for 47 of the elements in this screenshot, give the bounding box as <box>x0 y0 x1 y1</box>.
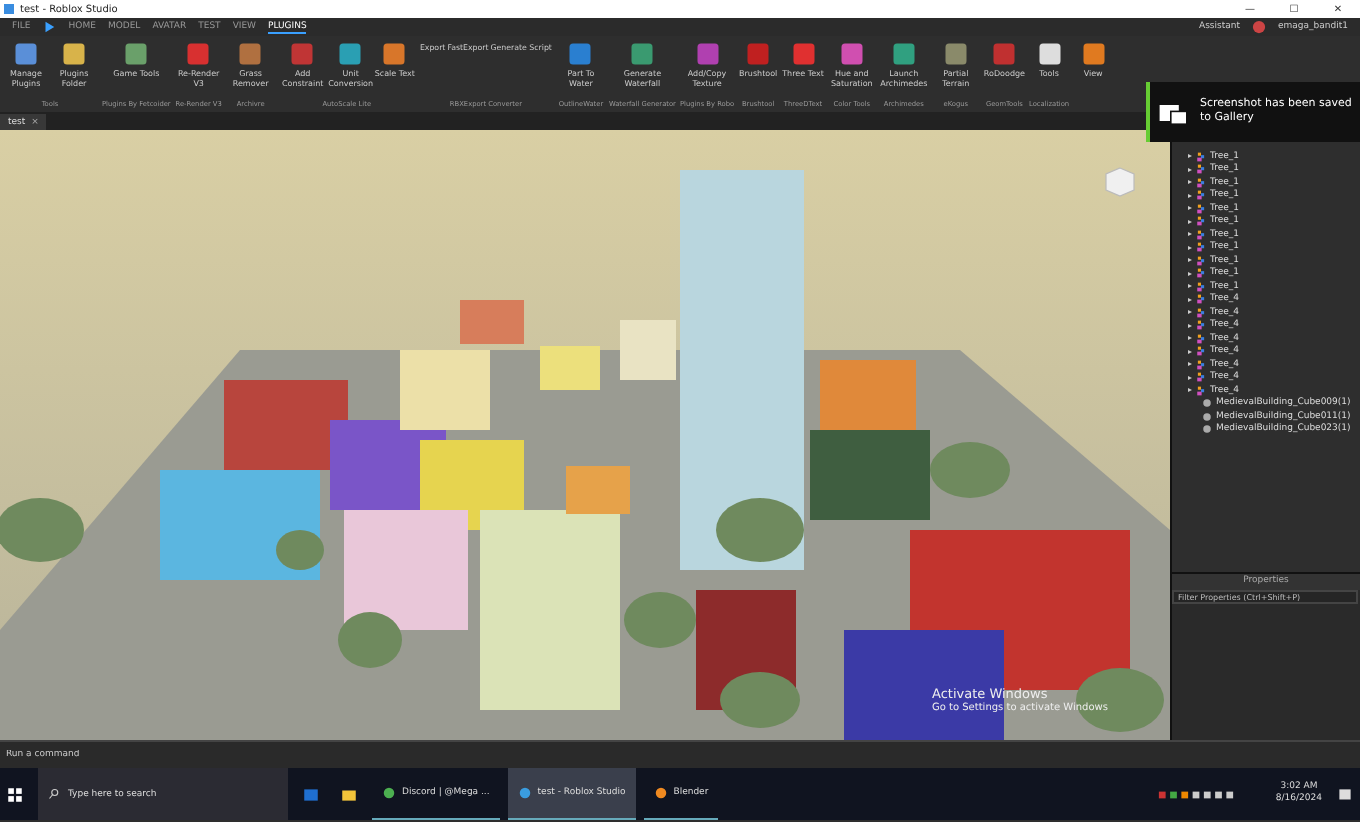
screenshot-icon <box>1158 99 1190 125</box>
expand-arrow-icon[interactable] <box>1188 180 1192 185</box>
app-icon <box>517 786 532 800</box>
search-icon <box>48 788 60 800</box>
plugin-icon <box>566 40 595 68</box>
app-icon <box>382 786 396 800</box>
plugin-icon <box>990 40 1019 68</box>
expand-arrow-icon[interactable] <box>1188 206 1192 211</box>
app-icon <box>4 4 14 14</box>
plugin-icon <box>336 40 365 68</box>
expand-arrow-icon[interactable] <box>1188 154 1192 159</box>
expand-arrow-icon[interactable] <box>1188 375 1192 380</box>
plugin-icon <box>12 40 40 68</box>
expand-arrow-icon[interactable] <box>1188 362 1192 367</box>
expand-arrow-icon[interactable] <box>1188 258 1192 263</box>
avatar-icon[interactable] <box>1252 20 1267 34</box>
plugin-icon <box>837 40 866 68</box>
expand-arrow-icon[interactable] <box>1188 193 1192 198</box>
expand-arrow-icon[interactable] <box>1188 219 1192 224</box>
folder-icon[interactable] <box>340 785 358 803</box>
windows-start-icon[interactable] <box>6 785 24 803</box>
plugin-icon <box>122 40 151 68</box>
plugin-icon <box>889 40 918 68</box>
plugin-icon <box>288 40 317 68</box>
expand-arrow-icon[interactable] <box>1188 297 1192 302</box>
expand-arrow-icon[interactable] <box>1188 167 1192 172</box>
plugin-icon <box>60 40 88 68</box>
expand-arrow-icon[interactable] <box>1188 336 1192 341</box>
plugin-icon <box>628 40 657 68</box>
plugin-icon <box>1079 40 1108 68</box>
expand-arrow-icon[interactable] <box>1188 388 1192 393</box>
expand-arrow-icon[interactable] <box>1188 349 1192 354</box>
expand-arrow-icon[interactable] <box>1188 310 1192 315</box>
plugin-icon <box>941 40 970 68</box>
plugin-icon <box>184 40 213 68</box>
expand-arrow-icon[interactable] <box>1188 284 1192 289</box>
plugin-icon <box>693 40 722 68</box>
expand-arrow-icon[interactable] <box>1188 245 1192 250</box>
plugin-icon <box>236 40 265 68</box>
plugin-icon <box>380 40 409 68</box>
app-icon <box>653 786 668 800</box>
expand-arrow-icon[interactable] <box>1188 232 1192 237</box>
plugin-icon <box>744 40 773 68</box>
expand-arrow-icon[interactable] <box>1188 271 1192 276</box>
expand-arrow-icon[interactable] <box>1188 323 1192 328</box>
plugin-icon <box>1035 40 1064 68</box>
plugin-icon <box>789 40 817 68</box>
